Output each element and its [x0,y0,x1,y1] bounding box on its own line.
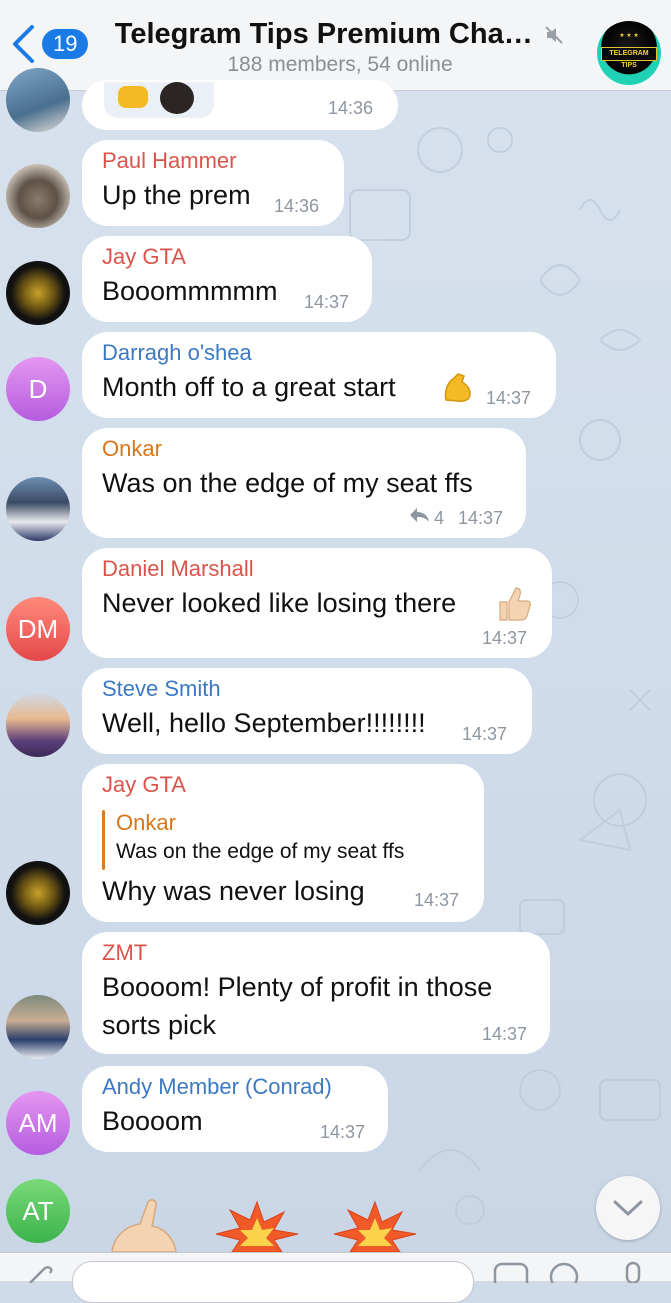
sender-name[interactable]: Daniel Marshall [102,556,254,582]
reactions-row[interactable] [104,82,214,118]
reactor-avatar [160,82,194,114]
message-time: 14:37 [482,1024,528,1044]
message-text: Booommmmm [102,276,278,306]
hand-emoji-icon [111,1199,177,1252]
sender-name[interactable]: Steve Smith [102,676,221,702]
avatar[interactable] [6,693,70,757]
group-avatar[interactable]: ★ ★ ★ TELEGRAM TIPS [597,21,661,85]
sender-name[interactable]: Jay GTA [102,772,186,798]
reply-quote-text[interactable]: Was on the edge of my seat ffs [116,840,404,864]
sender-name[interactable]: Jay GTA [102,244,186,270]
scroll-to-bottom-button[interactable] [596,1176,660,1240]
chat-header: 19 Telegram Tips Premium Chat... 188 mem… [0,0,671,91]
message-bubble[interactable]: Jay GTA Onkar Was on the edge of my seat… [82,764,484,922]
message-text: Was on the edge of my seat ffs [102,468,473,498]
message-input-bar [0,1252,671,1303]
chevron-down-icon [613,1200,643,1216]
avatar[interactable]: AT [6,1179,70,1243]
message-time: 14:37 [458,508,504,528]
avatar[interactable] [6,995,70,1059]
message-bubble[interactable]: Andy Member (Conrad) Boooom 14:37 [82,1066,388,1152]
message-bubble[interactable]: Paul Hammer Up the prem 14:36 [82,140,344,226]
sender-name[interactable]: Onkar [102,436,162,462]
muted-icon [545,25,563,44]
back-button[interactable]: 19 [10,22,89,66]
attach-icon[interactable] [22,1263,56,1283]
chevron-left-icon [13,25,34,63]
message-input[interactable] [72,1261,474,1303]
message-bubble[interactable]: Steve Smith Well, hello September!!!!!!!… [82,668,532,754]
message-text: Well, hello September!!!!!!!! [102,708,426,738]
unread-count-badge: 19 [42,29,89,59]
group-avatar-stars: ★ ★ ★ [619,33,639,39]
chat-title: Telegram Tips Premium Chat... [114,18,535,50]
message-time: 14:37 [320,1122,366,1142]
reply-count[interactable]: 4 [434,508,444,529]
avatar[interactable]: D [6,357,70,421]
message-text: Boooom [102,1106,203,1136]
avatar[interactable] [6,164,70,228]
message-text: Why was never losing [102,876,365,906]
message-time: 14:36 [328,98,374,118]
collision-emoji-icon [333,1200,417,1252]
sender-name[interactable]: Andy Member (Conrad) [102,1074,332,1100]
reply-quote-bar [102,810,105,870]
group-avatar-label: TELEGRAM TIPS [601,47,657,69]
message-bubble[interactable]: Daniel Marshall Never looked like losing… [82,548,552,658]
message-text-line-2: sorts pick [102,1010,217,1040]
message-bubble[interactable]: Darragh o'shea Month off to a great star… [82,332,556,418]
avatar[interactable] [6,68,70,132]
message-text: Month off to a great start [102,372,396,402]
reply-icon[interactable] [408,506,430,524]
message-time: 14:37 [304,292,350,312]
message-time: 14:37 [486,388,532,408]
message-bubble[interactable]: ZMT Boooom! Plenty of profit in those so… [82,932,550,1054]
avatar[interactable] [6,861,70,925]
sender-name[interactable]: ZMT [102,940,147,966]
members-status: 188 members, 54 online [227,53,453,76]
message-bubble[interactable]: 14:36 [82,80,398,130]
sender-name[interactable]: Paul Hammer [102,148,236,174]
avatar[interactable]: AM [6,1091,70,1155]
message-time: 14:37 [414,890,460,910]
chat-title-area[interactable]: Telegram Tips Premium Chat... 188 member… [110,18,570,77]
thumbs-up-icon [499,587,531,621]
message-text: Never looked like losing there [102,588,457,618]
collision-emoji-icon [215,1200,299,1252]
avatar[interactable]: DM [6,597,70,661]
message-text: Up the prem [102,180,251,210]
message-time: 14:37 [462,724,508,744]
thumbs-up-reaction-icon [118,86,148,108]
message-bubble[interactable]: Onkar Was on the edge of my seat ffs 4 1… [82,428,526,538]
message-text-line-1: Boooom! Plenty of profit in those [102,972,493,1002]
reply-quote-sender[interactable]: Onkar [116,810,176,836]
avatar[interactable] [6,477,70,541]
message-time: 14:37 [482,628,528,648]
avatar[interactable] [6,261,70,325]
message-time: 14:36 [274,196,320,216]
sender-name[interactable]: Darragh o'shea [102,340,252,366]
message-bubble[interactable]: Jay GTA Booommmmm 14:37 [82,236,372,322]
flexed-biceps-icon [444,373,471,402]
